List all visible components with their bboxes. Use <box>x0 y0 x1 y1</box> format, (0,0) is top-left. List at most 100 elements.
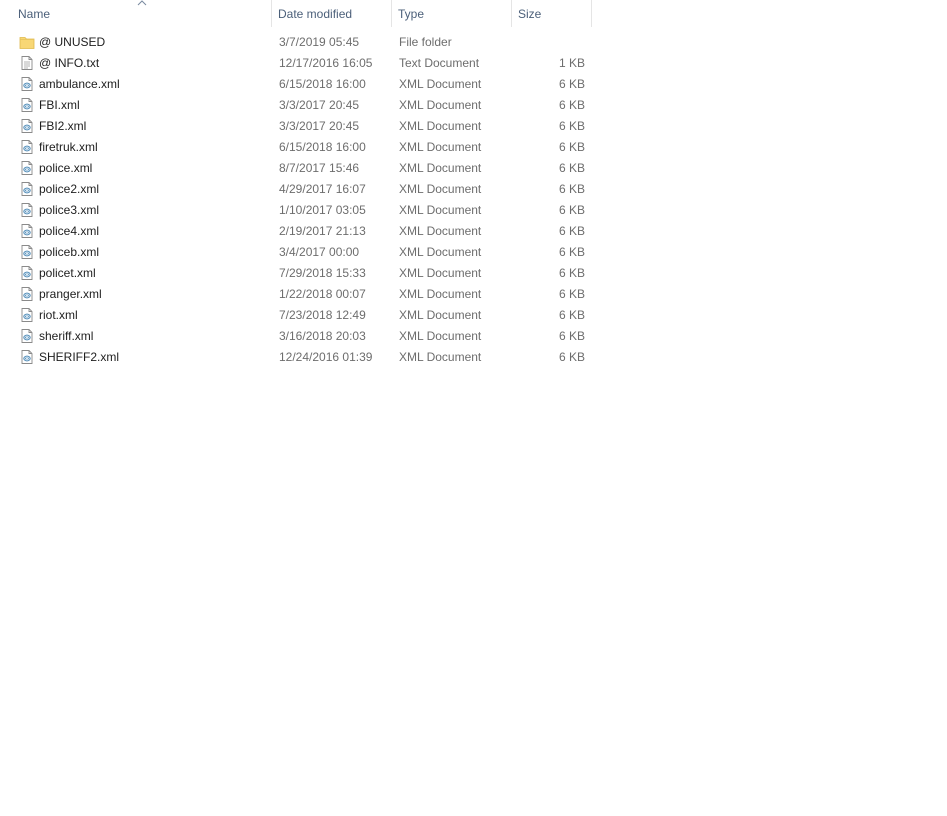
file-name: police.xml <box>39 161 93 175</box>
xml-document-icon <box>19 139 35 155</box>
xml-document-icon <box>19 202 35 218</box>
xml-document-icon <box>19 349 35 365</box>
xml-document-icon <box>19 286 35 302</box>
file-date-modified: 3/3/2017 20:45 <box>279 98 360 112</box>
file-size: 6 KB <box>558 245 585 259</box>
file-type: XML Document <box>399 287 482 301</box>
file-name: FBI2.xml <box>39 119 87 133</box>
xml-document-icon <box>19 97 35 113</box>
file-type: XML Document <box>399 77 482 91</box>
file-name: firetruk.xml <box>39 140 98 154</box>
xml-document-icon <box>19 160 35 176</box>
file-row[interactable]: ambulance.xml 6/15/2018 16:00 XML Document… <box>0 74 600 95</box>
file-name: ambulance.xml <box>39 77 120 91</box>
column-header-bar: Name Date modified Type Size <box>0 0 947 28</box>
xml-document-icon <box>19 265 35 281</box>
file-type: XML Document <box>399 329 482 343</box>
file-row[interactable]: firetruk.xml 6/15/2018 16:00 XML Document 6… <box>0 137 600 158</box>
file-name: SHERIFF2.xml <box>39 350 120 364</box>
file-type: XML Document <box>399 245 482 259</box>
file-date-modified: 2/19/2017 21:13 <box>279 224 366 238</box>
file-type: XML Document <box>399 224 482 238</box>
column-header-size-label: Size <box>518 7 542 21</box>
column-header-type-label: Type <box>398 7 425 21</box>
file-explorer-list-view: Name Date modified Type Size @ UNUSED 3/7… <box>0 0 947 816</box>
file-row[interactable]: pranger.xml 1/22/2018 00:07 XML Document 6 … <box>0 284 600 305</box>
file-size: 6 KB <box>558 161 585 175</box>
file-name: police4.xml <box>39 224 100 238</box>
file-date-modified: 3/4/2017 00:00 <box>279 245 360 259</box>
file-size: 1 KB <box>558 56 585 70</box>
file-type: File folder <box>399 35 452 49</box>
file-size: 6 KB <box>558 182 585 196</box>
file-type: XML Document <box>399 98 482 112</box>
file-size: 6 KB <box>558 308 585 322</box>
column-header-date-label: Date modified <box>278 7 353 21</box>
column-header-size[interactable]: Size <box>512 0 592 27</box>
file-date-modified: 3/7/2019 05:45 <box>279 35 360 49</box>
file-size: 6 KB <box>558 224 585 238</box>
file-name: police3.xml <box>39 203 100 217</box>
folder-icon <box>19 34 35 50</box>
file-row[interactable]: FBI.xml 3/3/2017 20:45 XML Document 6 KB <box>0 95 600 116</box>
xml-document-icon <box>19 118 35 134</box>
file-row[interactable]: police.xml 8/7/2017 15:46 XML Document 6 KB <box>0 158 600 179</box>
file-type: XML Document <box>399 140 482 154</box>
file-name: pranger.xml <box>39 287 102 301</box>
file-row[interactable]: sheriff.xml 3/16/2018 20:03 XML Document 6 … <box>0 326 600 347</box>
file-row[interactable]: @ UNUSED 3/7/2019 05:45 File folder <box>0 32 600 53</box>
file-name: riot.xml <box>39 308 78 322</box>
file-row[interactable]: FBI2.xml 3/3/2017 20:45 XML Document 6 KB <box>0 116 600 137</box>
xml-document-icon <box>19 328 35 344</box>
file-size: 6 KB <box>558 203 585 217</box>
file-size: 6 KB <box>558 287 585 301</box>
file-type: XML Document <box>399 266 482 280</box>
file-type: XML Document <box>399 203 482 217</box>
column-header-type[interactable]: Type <box>392 0 512 27</box>
column-header-name-label: Name <box>18 7 51 21</box>
file-type: XML Document <box>399 350 482 364</box>
file-row[interactable]: policeb.xml 3/4/2017 00:00 XML Document 6 K… <box>0 242 600 263</box>
file-type: XML Document <box>399 182 482 196</box>
file-row[interactable]: police3.xml 1/10/2017 03:05 XML Document 6 … <box>0 200 600 221</box>
chevron-up-icon <box>137 0 147 6</box>
file-size: 6 KB <box>558 98 585 112</box>
file-date-modified: 12/24/2016 01:39 <box>279 350 373 364</box>
column-header-date-modified[interactable]: Date modified <box>272 0 392 27</box>
file-list: @ UNUSED 3/7/2019 05:45 File folder @ INFO.… <box>0 32 947 368</box>
file-size: 6 KB <box>558 350 585 364</box>
file-size: 6 KB <box>558 119 585 133</box>
file-date-modified: 7/23/2018 12:49 <box>279 308 366 322</box>
file-row[interactable]: police2.xml 4/29/2017 16:07 XML Document 6 … <box>0 179 600 200</box>
file-type: XML Document <box>399 161 482 175</box>
file-name: sheriff.xml <box>39 329 94 343</box>
file-name: @ UNUSED <box>39 35 106 49</box>
file-row[interactable]: policet.xml 7/29/2018 15:33 XML Document 6 … <box>0 263 600 284</box>
file-row[interactable]: SHERIFF2.xml 12/24/2016 01:39 XML Document… <box>0 347 600 368</box>
file-row[interactable]: @ INFO.txt 12/17/2016 16:05 Text Document 1… <box>0 53 600 74</box>
file-date-modified: 7/29/2018 15:33 <box>279 266 366 280</box>
xml-document-icon <box>19 76 35 92</box>
file-row[interactable]: riot.xml 7/23/2018 12:49 XML Document 6 KB <box>0 305 600 326</box>
file-date-modified: 12/17/2016 16:05 <box>279 56 373 70</box>
file-row[interactable]: police4.xml 2/19/2017 21:13 XML Document 6 … <box>0 221 600 242</box>
file-size: 6 KB <box>558 266 585 280</box>
xml-document-icon <box>19 307 35 323</box>
file-date-modified: 4/29/2017 16:07 <box>279 182 366 196</box>
file-date-modified: 6/15/2018 16:00 <box>279 77 366 91</box>
text-document-icon <box>19 55 35 71</box>
file-type: XML Document <box>399 119 482 133</box>
file-name: policet.xml <box>39 266 96 280</box>
file-type: XML Document <box>399 308 482 322</box>
file-size: 6 KB <box>558 77 585 91</box>
file-date-modified: 6/15/2018 16:00 <box>279 140 366 154</box>
file-date-modified: 3/3/2017 20:45 <box>279 119 360 133</box>
file-name: @ INFO.txt <box>39 56 100 70</box>
xml-document-icon <box>19 244 35 260</box>
xml-document-icon <box>19 223 35 239</box>
file-date-modified: 1/22/2018 00:07 <box>279 287 366 301</box>
xml-document-icon <box>19 181 35 197</box>
file-name: FBI.xml <box>39 98 80 112</box>
file-date-modified: 8/7/2017 15:46 <box>279 161 360 175</box>
file-date-modified: 3/16/2018 20:03 <box>279 329 366 343</box>
